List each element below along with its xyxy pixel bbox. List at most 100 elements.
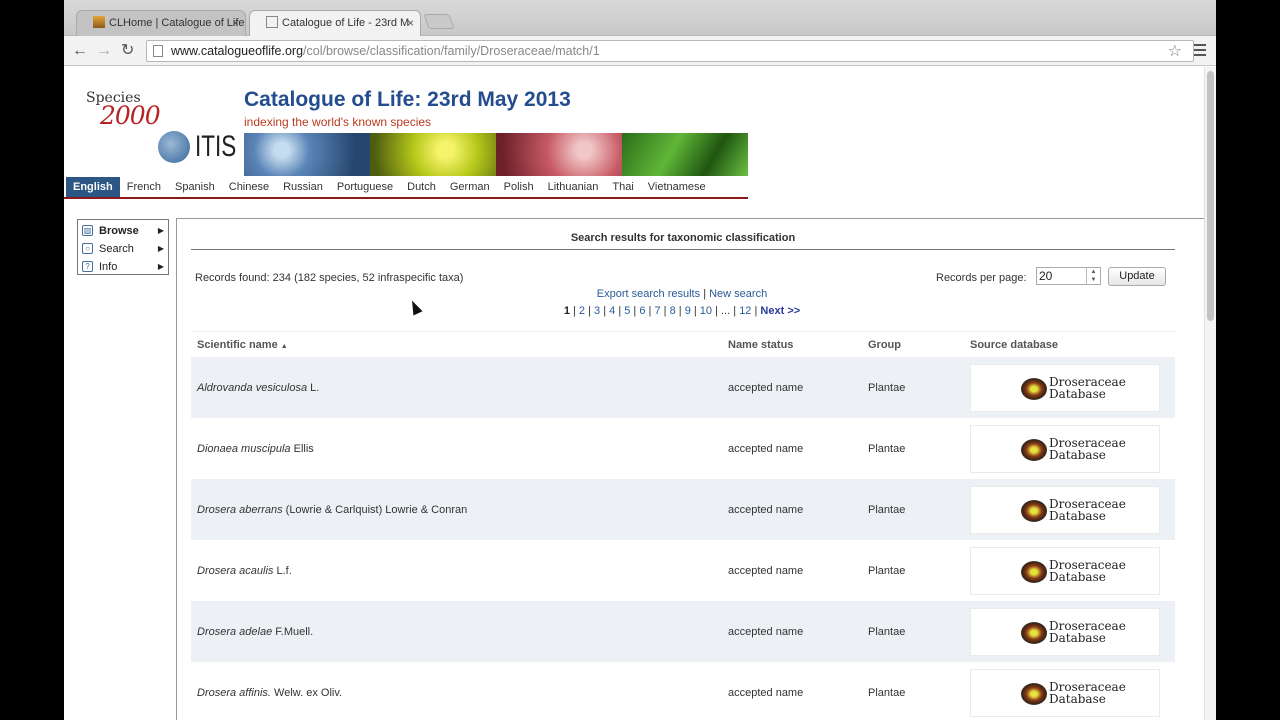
- database-logo-icon: [1021, 499, 1047, 522]
- db-logo-text: Droseraceae Database: [1049, 679, 1126, 706]
- scientific-name-link[interactable]: Aldrovanda vesiculosa: [197, 382, 307, 394]
- lang-thai[interactable]: Thai: [605, 177, 640, 197]
- database-logo-icon: [1021, 560, 1047, 583]
- sidebar-item-search[interactable]: ○ Search ▶: [78, 240, 168, 258]
- lang-dutch[interactable]: Dutch: [400, 177, 443, 197]
- lang-portuguese[interactable]: Portuguese: [330, 177, 400, 197]
- col-group[interactable]: Group: [868, 339, 970, 351]
- database-logo-icon: [1021, 438, 1047, 461]
- page-favicon-icon: [93, 16, 105, 28]
- sidebar-item-browse[interactable]: ▧ Browse ▶: [78, 222, 168, 240]
- new-tab-button[interactable]: [423, 14, 455, 29]
- back-arrow-icon[interactable]: ←: [72, 41, 88, 61]
- scientific-name-link[interactable]: Drosera affinis.: [197, 687, 271, 699]
- droseraceae-database-logo[interactable]: Droseraceae Database: [970, 424, 1160, 473]
- export-results-link[interactable]: Export search results: [597, 288, 700, 300]
- records-per-page-value: 20: [1039, 269, 1053, 283]
- table-row: Drosera acaulis L.f. accepted name Plant…: [191, 540, 1175, 601]
- col-source-database[interactable]: Source database: [970, 339, 1175, 351]
- group: Plantae: [868, 503, 906, 516]
- results-table: Scientific name ▲ Name status Group Sourc…: [191, 331, 1175, 720]
- scientific-name-link[interactable]: Drosera acaulis: [197, 565, 273, 577]
- scientific-name-link[interactable]: Dionaea muscipula: [197, 443, 291, 455]
- db-logo-text: Droseraceae Database: [1049, 496, 1126, 523]
- table-row: Drosera aberrans (Lowrie & Carlquist) Lo…: [191, 479, 1175, 540]
- url-host: www.catalogueoflife.org: [171, 44, 304, 58]
- book-icon: ▧: [82, 225, 93, 236]
- tab-clhome[interactable]: CLHome | Catalogue of Life ×: [76, 10, 246, 36]
- db-logo-text: Droseraceae Database: [1049, 618, 1126, 645]
- col-scientific-name[interactable]: Scientific name ▲: [191, 339, 728, 351]
- sidebar-item-info[interactable]: ? Info ▶: [78, 258, 168, 276]
- tab-catalogue[interactable]: Catalogue of Life - 23rd M ×: [249, 10, 421, 37]
- name-status: accepted name: [728, 625, 804, 638]
- browser-toolbar: ← → ↻ www.catalogueoflife.org/col/browse…: [64, 36, 1216, 66]
- lang-polish[interactable]: Polish: [497, 177, 541, 197]
- result-links: Export search results | New search: [596, 288, 768, 300]
- col-label: Scientific name: [197, 338, 278, 351]
- author: F.Muell.: [275, 625, 314, 638]
- new-search-link[interactable]: New search: [709, 288, 767, 300]
- db-logo-text: Droseraceae Database: [1049, 557, 1126, 584]
- page-scrollbar[interactable]: [1204, 67, 1216, 720]
- chevron-right-icon: ▶: [157, 244, 164, 253]
- scientific-name-link[interactable]: Drosera aberrans: [197, 504, 283, 516]
- reload-icon[interactable]: ↻: [121, 41, 134, 61]
- site-title[interactable]: Catalogue of Life: 23rd May 2013: [244, 88, 571, 112]
- name-status: accepted name: [728, 442, 804, 455]
- page-ellipsis: ...: [721, 305, 731, 317]
- lang-lithuanian[interactable]: Lithuanian: [541, 177, 606, 197]
- db-logo-text: Droseraceae Database: [1049, 435, 1126, 462]
- results-panel: Search results for taxonomic classificat…: [176, 218, 1205, 720]
- menu-icon[interactable]: [1194, 44, 1206, 59]
- spinner-arrows-icon[interactable]: ▲ ▼: [1086, 268, 1100, 284]
- tab-title: CLHome | Catalogue of Life: [109, 17, 245, 29]
- itis-logo-icon: [158, 131, 190, 163]
- next-page-link[interactable]: Next >>: [760, 305, 800, 317]
- sidebar-item-label: Search: [99, 243, 134, 255]
- page-link[interactable]: 12: [739, 305, 751, 317]
- lang-french[interactable]: French: [120, 177, 168, 197]
- page-link[interactable]: 10: [700, 305, 712, 317]
- droseraceae-database-logo[interactable]: Droseraceae Database: [970, 668, 1160, 717]
- author: L.: [310, 381, 320, 394]
- group: Plantae: [868, 442, 906, 455]
- lang-russian[interactable]: Russian: [276, 177, 330, 197]
- droseraceae-database-logo[interactable]: Droseraceae Database: [970, 485, 1160, 534]
- chevron-right-icon: ▶: [157, 226, 164, 235]
- droseraceae-database-logo[interactable]: Droseraceae Database: [970, 546, 1160, 595]
- update-button[interactable]: Update: [1108, 267, 1166, 286]
- pagination: 1 | 2 | 3 | 4 | 5 | 6 | 7 | 8 | 9 | 10 |…: [563, 305, 801, 317]
- table-row: Drosera adelae F.Muell. accepted name Pl…: [191, 601, 1175, 662]
- lang-vietnamese[interactable]: Vietnamese: [641, 177, 713, 197]
- scrollbar-thumb[interactable]: [1207, 71, 1214, 321]
- address-bar[interactable]: www.catalogueoflife.org/col/browse/class…: [146, 40, 1194, 62]
- lang-chinese[interactable]: Chinese: [222, 177, 276, 197]
- records-per-page-input[interactable]: 20 ▲ ▼: [1036, 267, 1101, 285]
- sort-ascending-icon: ▲: [280, 342, 288, 350]
- itis-logo-text: ITIS: [195, 130, 237, 163]
- col-name-status[interactable]: Name status: [728, 339, 868, 351]
- droseraceae-database-logo[interactable]: Droseraceae Database: [970, 363, 1160, 412]
- forward-arrow-icon[interactable]: →: [96, 41, 112, 61]
- author: Ellis: [293, 442, 314, 455]
- page-viewport: Species 2000 ITIS Catalogue of Life: 23r…: [64, 67, 1205, 720]
- bookmark-star-icon[interactable]: ☆: [1168, 41, 1182, 61]
- url-path: /col/browse/classification/family/Droser…: [303, 44, 600, 58]
- search-icon: ○: [82, 243, 93, 254]
- close-tab-icon[interactable]: ×: [232, 11, 239, 35]
- database-logo-icon: [1021, 377, 1047, 400]
- close-tab-icon[interactable]: ×: [407, 11, 414, 35]
- header-banner-image: [244, 133, 748, 176]
- lang-english[interactable]: English: [66, 177, 120, 197]
- page-icon: [153, 45, 163, 57]
- help-icon: ?: [82, 261, 93, 272]
- lang-german[interactable]: German: [443, 177, 497, 197]
- droseraceae-database-logo[interactable]: Droseraceae Database: [970, 607, 1160, 656]
- lang-spanish[interactable]: Spanish: [168, 177, 222, 197]
- page-icon: [266, 16, 278, 28]
- sidebar-menu: ▧ Browse ▶ ○ Search ▶ ? Info ▶: [77, 219, 169, 275]
- scientific-name-link[interactable]: Drosera adelae: [197, 626, 272, 638]
- group: Plantae: [868, 686, 906, 699]
- name-status: accepted name: [728, 381, 804, 394]
